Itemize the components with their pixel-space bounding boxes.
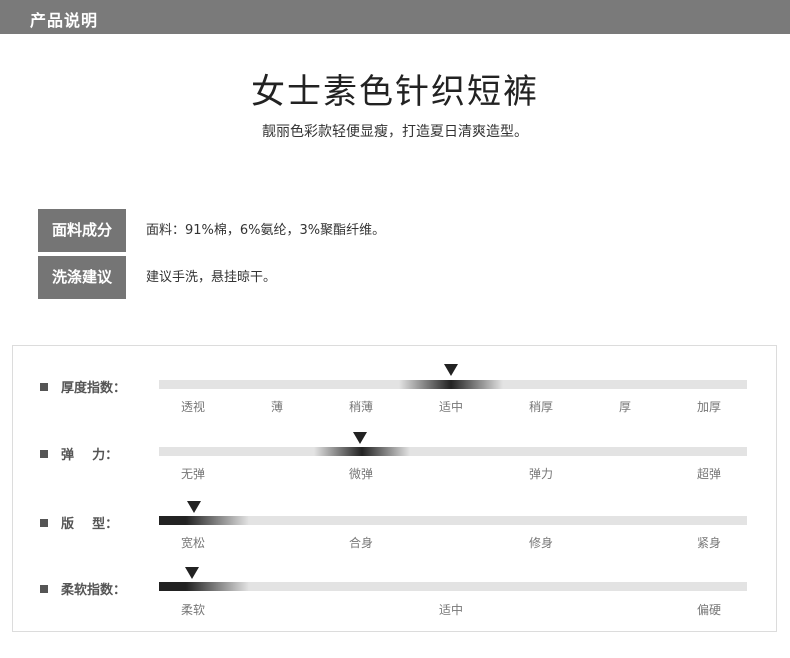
info-row-fabric: 面料成分 面料：91%棉，6%氨纶，3%聚酯纤维。 [38, 209, 738, 252]
softness-bar [159, 582, 747, 591]
fabric-value: 面料：91%棉，6%氨纶，3%聚酯纤维。 [146, 223, 386, 238]
elasticity-label: 弹 力： [40, 444, 118, 463]
thickness-tick: 稍厚 [528, 400, 554, 414]
fit-bar-highlight [159, 516, 249, 525]
thickness-label: 厚度指数： [40, 377, 126, 396]
thickness-tick: 厚 [618, 400, 632, 414]
thickness-tick: 透视 [180, 400, 206, 414]
attributes-panel: 厚度指数： 透视 薄 稍薄 适中 稍厚 厚 加厚 弹 力： 无弹 微弹 弹力 超… [12, 345, 777, 632]
section-header: 产品说明 [0, 0, 790, 34]
thickness-pointer-icon [444, 364, 458, 376]
thickness-bar [159, 380, 747, 389]
softness-pointer-icon [185, 567, 199, 579]
section-title: 产品说明 [30, 11, 99, 30]
thickness-tick: 适中 [438, 400, 464, 414]
thickness-tick: 稍薄 [348, 400, 374, 414]
softness-tick: 柔软 [180, 603, 206, 617]
thickness-tick: 薄 [270, 400, 284, 414]
product-subtitle: 靓丽色彩款轻便显瘦，打造夏日清爽造型。 [262, 124, 528, 140]
product-title: 女士素色针织短裤 [251, 72, 539, 112]
softness-tick: 适中 [438, 603, 464, 617]
fit-pointer-icon [187, 501, 201, 513]
info-row-washing: 洗涤建议 建议手洗，悬挂晾干。 [38, 256, 738, 299]
fit-tick: 修身 [528, 536, 554, 550]
thickness-tick: 加厚 [696, 400, 722, 414]
fit-label: 版 型： [40, 513, 118, 532]
fit-tick: 紧身 [696, 536, 722, 550]
fit-bar [159, 516, 747, 525]
washing-label: 洗涤建议 [38, 256, 126, 299]
fabric-label: 面料成分 [38, 209, 126, 252]
thickness-bar-highlight [399, 380, 503, 389]
softness-bar-highlight [159, 582, 249, 591]
elasticity-tick: 超弹 [696, 467, 722, 481]
elasticity-tick: 无弹 [180, 467, 206, 481]
elasticity-pointer-icon [353, 432, 367, 444]
elasticity-tick: 弹力 [528, 467, 554, 481]
softness-tick: 偏硬 [696, 603, 722, 617]
fit-tick: 宽松 [180, 536, 206, 550]
elasticity-bar [159, 447, 747, 456]
elasticity-tick: 微弹 [348, 467, 374, 481]
elasticity-bar-highlight [314, 447, 410, 456]
washing-value: 建议手洗，悬挂晾干。 [146, 270, 277, 285]
fit-tick: 合身 [348, 536, 374, 550]
softness-label: 柔软指数： [40, 579, 126, 598]
